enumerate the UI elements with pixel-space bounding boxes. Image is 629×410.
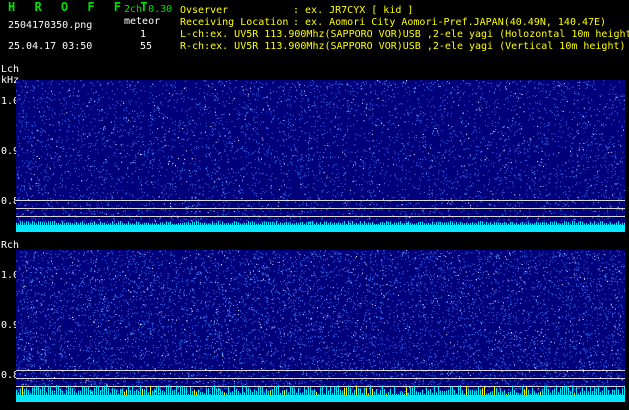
carrier-baseline bbox=[16, 225, 625, 232]
observer-label: Ovserver bbox=[180, 5, 229, 16]
location-value: : ex. Aomori City Aomori-Pref.JAPAN(40.4… bbox=[293, 17, 607, 28]
carrier-baseline bbox=[16, 395, 625, 402]
rch-info: R-ch:ex. UV5R 113.900Mhz(SAPPORO VOR)USB… bbox=[180, 41, 626, 52]
file-name: 2504170350.png bbox=[8, 20, 93, 31]
lch-spectrogram bbox=[16, 80, 625, 232]
rch-spectrogram bbox=[16, 250, 625, 402]
datetime: 25.04.17 03:50 bbox=[8, 41, 93, 52]
lch-info: L-ch:ex. UV5R 113.900Mhz(SAPPORO VOR)USB… bbox=[180, 29, 629, 40]
meteor-label: meteor bbox=[124, 16, 161, 27]
lch-label: Lch bbox=[1, 64, 20, 75]
location-label: Receiving Location bbox=[180, 17, 289, 28]
spectrogram-background bbox=[16, 80, 625, 232]
rch-meteor-count: 55 bbox=[140, 41, 153, 52]
mode-label: 2ch 0.30 bbox=[124, 4, 173, 15]
rch-spectrogram-canvas bbox=[16, 250, 625, 402]
spectrogram-background bbox=[16, 250, 625, 402]
observer-value: : ex. JR7CYX [ kid ] bbox=[293, 5, 414, 16]
lch-meteor-count: 1 bbox=[140, 29, 147, 40]
lch-spectrogram-canvas bbox=[16, 80, 625, 232]
